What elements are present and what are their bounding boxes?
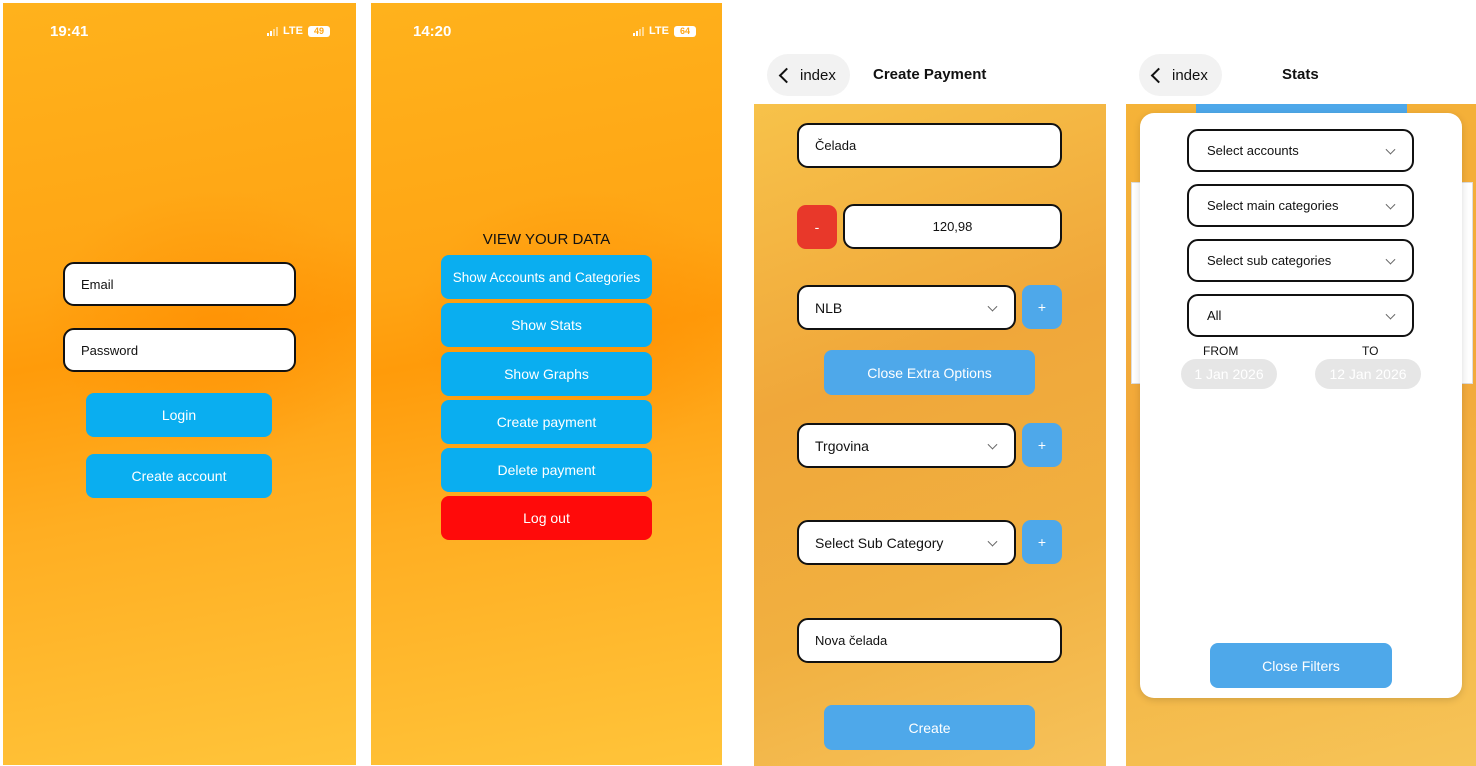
add-subcategory-button[interactable]: + — [1022, 520, 1062, 564]
status-time: 14:20 — [413, 23, 452, 40]
nav-bar: index Create Payment — [754, 0, 1106, 105]
chevron-down-icon — [1385, 144, 1396, 155]
add-category-button[interactable]: + — [1022, 423, 1062, 467]
signal-icon — [633, 26, 645, 36]
sub-categories-filter-value: Select sub categories — [1207, 253, 1332, 268]
log-out-button[interactable]: Log out — [441, 496, 652, 540]
page-title: Stats — [1282, 66, 1319, 83]
sign-toggle-button[interactable]: - — [797, 205, 837, 249]
back-label: index — [1172, 66, 1208, 84]
type-filter-value: All — [1207, 308, 1222, 323]
battery-icon: 64 — [674, 25, 696, 37]
back-label: index — [800, 66, 836, 84]
add-category-label: + — [1037, 437, 1047, 453]
stats-screen: index Stats Select accounts Select main … — [1126, 0, 1476, 766]
network-label: LTE — [649, 25, 669, 37]
view-data-heading: VIEW YOUR DATA — [482, 231, 611, 248]
main-categories-filter-select[interactable]: Select main categories — [1187, 184, 1414, 227]
show-stats-button[interactable]: Show Stats — [441, 303, 652, 347]
chevron-down-icon — [987, 536, 998, 547]
show-accounts-categories-button[interactable]: Show Accounts and Categories — [441, 255, 652, 299]
subcategory-select[interactable]: Select Sub Category — [797, 520, 1016, 565]
main-categories-filter-value: Select main categories — [1207, 198, 1339, 213]
chevron-down-icon — [987, 439, 998, 450]
status-indicators: LTE 49 — [267, 25, 330, 37]
add-account-button[interactable]: + — [1022, 285, 1062, 329]
accounts-filter-value: Select accounts — [1207, 143, 1299, 158]
page-title: Create Payment — [873, 66, 987, 83]
account-select[interactable]: NLB — [797, 285, 1016, 330]
email-field[interactable]: Email — [63, 262, 296, 306]
add-subcategory-label: + — [1037, 534, 1047, 550]
nav-bar: index Stats — [1126, 0, 1476, 105]
show-graphs-button[interactable]: Show Graphs — [441, 352, 652, 396]
chevron-left-icon — [778, 67, 795, 84]
chevron-down-icon — [1385, 254, 1396, 265]
back-button[interactable]: index — [767, 54, 850, 96]
network-label: LTE — [283, 25, 303, 37]
filters-modal: Select accounts Select main categories S… — [1140, 113, 1462, 698]
category-select-value: Trgovina — [815, 437, 869, 454]
type-filter-select[interactable]: All — [1187, 294, 1414, 337]
chevron-left-icon — [1150, 67, 1167, 84]
create-account-button[interactable]: Create account — [86, 454, 272, 498]
from-date-picker[interactable]: 1 Jan 2026 — [1181, 359, 1277, 389]
status-bar: 19:41 LTE 49 — [3, 3, 356, 53]
password-field[interactable]: Password — [63, 328, 296, 372]
description-input[interactable]: Nova čelada — [797, 618, 1062, 663]
email-placeholder: Email — [81, 276, 114, 292]
amount-input[interactable]: 120,98 — [843, 204, 1062, 249]
subcategory-select-value: Select Sub Category — [815, 534, 944, 551]
login-screen: 19:41 LTE 49 Email Password Login Create… — [3, 3, 356, 765]
login-button[interactable]: Login — [86, 393, 272, 437]
form-area: Čelada - 120,98 NLB + Close Extra Option… — [754, 104, 1106, 766]
status-time: 19:41 — [50, 23, 89, 40]
battery-icon: 49 — [308, 25, 330, 37]
chevron-down-icon — [987, 301, 998, 312]
sign-label: - — [814, 219, 820, 235]
signal-icon — [267, 26, 279, 36]
status-bar: 14:20 LTE 64 — [371, 3, 722, 53]
chevron-down-icon — [1385, 199, 1396, 210]
to-date-picker[interactable]: 12 Jan 2026 — [1315, 359, 1421, 389]
close-extra-options-button[interactable]: Close Extra Options — [824, 350, 1035, 395]
payment-name-value: Čelada — [815, 138, 857, 153]
close-filters-button[interactable]: Close Filters — [1210, 643, 1392, 688]
account-select-value: NLB — [815, 299, 843, 316]
add-account-label: + — [1037, 299, 1047, 315]
description-value: Nova čelada — [815, 633, 888, 648]
to-label: TO — [1362, 344, 1379, 358]
chevron-down-icon — [1385, 309, 1396, 320]
menu-screen: 14:20 LTE 64 VIEW YOUR DATA Show Account… — [371, 3, 722, 765]
sub-categories-filter-select[interactable]: Select sub categories — [1187, 239, 1414, 282]
create-button[interactable]: Create — [824, 705, 1035, 750]
delete-payment-button[interactable]: Delete payment — [441, 448, 652, 492]
category-select[interactable]: Trgovina — [797, 423, 1016, 468]
payment-name-input[interactable]: Čelada — [797, 123, 1062, 168]
create-payment-button[interactable]: Create payment — [441, 400, 652, 444]
create-payment-screen: index Create Payment Čelada - 120,98 NLB… — [754, 0, 1106, 766]
back-button[interactable]: index — [1139, 54, 1222, 96]
from-label: FROM — [1203, 344, 1239, 358]
status-indicators: LTE 64 — [633, 25, 696, 37]
amount-value: 120,98 — [932, 219, 973, 234]
password-placeholder: Password — [81, 342, 139, 358]
accounts-filter-select[interactable]: Select accounts — [1187, 129, 1414, 172]
